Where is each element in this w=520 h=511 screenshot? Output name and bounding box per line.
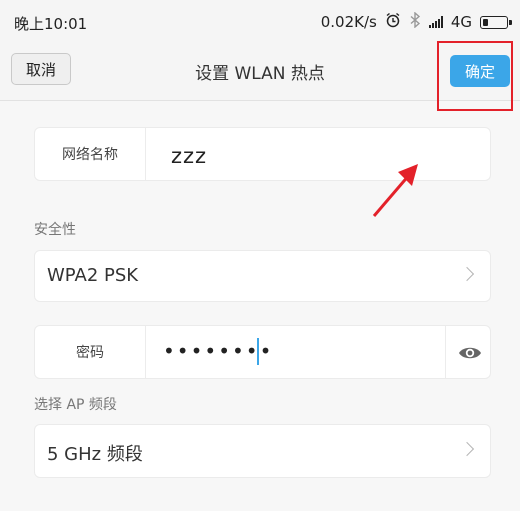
password-row[interactable]: 密码 •••••••• (34, 325, 491, 379)
chevron-right-icon (459, 266, 475, 282)
annotation-highlight-box (437, 41, 513, 111)
eye-icon[interactable] (457, 340, 483, 366)
divider (145, 326, 146, 378)
security-section-label: 安全性 (34, 222, 76, 238)
signal-icon (428, 16, 443, 28)
ssid-input[interactable]: zzz (171, 144, 207, 168)
alarm-icon (385, 12, 401, 32)
battery-icon (480, 15, 512, 29)
password-label: 密码 (76, 345, 104, 361)
bluetooth-icon (409, 11, 421, 32)
security-select[interactable]: WPA2 PSK (34, 250, 491, 302)
status-bar: 晚上10:01 0.02K/s 4G (0, 0, 520, 44)
divider (445, 326, 446, 378)
network-type: 4G (450, 13, 472, 31)
ssid-label: 网络名称 (62, 147, 118, 163)
band-value: 5 GHz 频段 (47, 444, 143, 465)
band-select[interactable]: 5 GHz 频段 (34, 424, 491, 478)
status-time: 晚上10:01 (14, 15, 88, 33)
text-caret (257, 338, 259, 365)
chevron-right-icon (459, 441, 475, 457)
security-value: WPA2 PSK (47, 265, 139, 286)
divider (145, 128, 146, 180)
status-icons: 0.02K/s 4G (320, 11, 512, 32)
annotation-arrow-icon (372, 164, 418, 217)
network-speed: 0.02K/s (320, 13, 377, 31)
band-section-label: 选择 AP 频段 (34, 397, 117, 413)
